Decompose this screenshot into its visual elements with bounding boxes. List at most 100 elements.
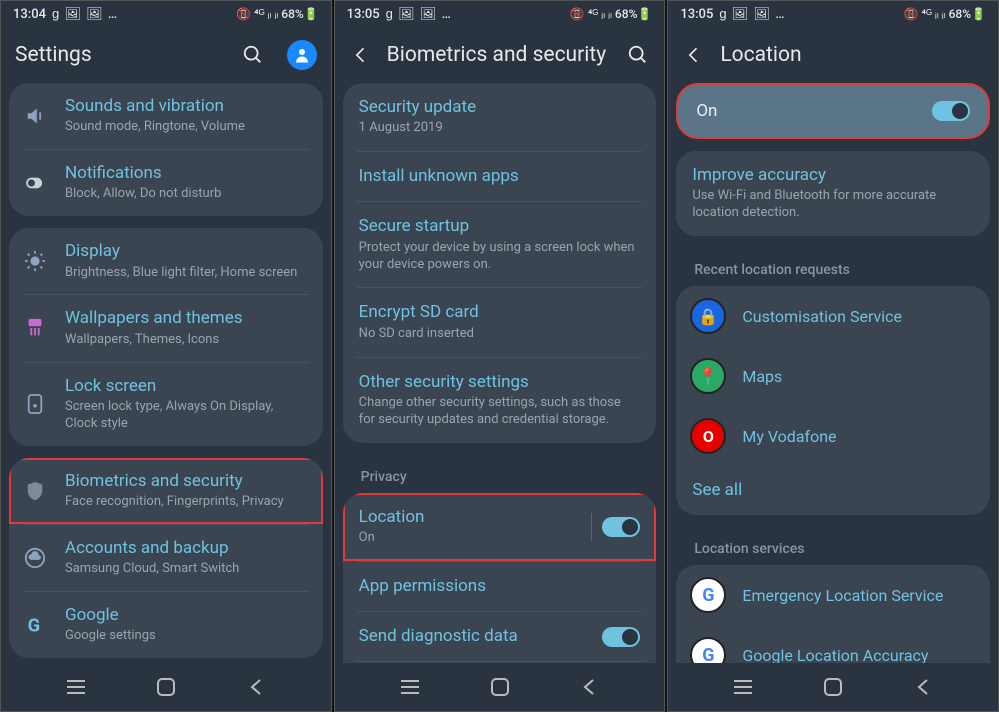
home-button[interactable]: [480, 667, 520, 707]
item-title: Security update: [359, 97, 641, 118]
security-group: Security update 1 August 2019 Install unkn…: [343, 83, 657, 443]
toggle-switch[interactable]: [932, 101, 970, 121]
search-button[interactable]: [241, 43, 265, 67]
settings-item[interactable]: Location On: [343, 493, 657, 561]
privacy-group: Location On App permissions Send diagnostic…: [343, 493, 657, 663]
navigation-bar: [1, 663, 331, 711]
see-all-button[interactable]: See all: [676, 466, 990, 515]
settings-group: Biometrics and security Face recognition,…: [9, 458, 323, 658]
settings-item[interactable]: Wallpapers and themes Wallpapers, Themes,…: [9, 295, 323, 361]
settings-item[interactable]: Notifications Block, Allow, Do not distur…: [9, 150, 323, 216]
settings-item[interactable]: Encrypt SD cardNo SD card inserted: [343, 288, 657, 356]
item-title: Improve accuracy: [692, 165, 974, 186]
item-subtitle: Google settings: [65, 628, 309, 645]
settings-item[interactable]: DisplayBrightness, Blue light filter, Ho…: [9, 228, 323, 294]
back-arrow[interactable]: [682, 43, 706, 67]
sound-icon: [23, 104, 47, 128]
navigation-bar: [668, 663, 998, 711]
settings-screen: 13:04 ɡ 🖼 🖼 … 📵 ⁴ᴳ ᵢₗ ᵢₗ 68%🔋 Settings S…: [0, 0, 332, 712]
item-subtitle: 1 August 2019: [359, 120, 641, 137]
item-title: Send diagnostic data: [359, 626, 603, 647]
toggle-switch[interactable]: [602, 627, 640, 647]
item-subtitle: On: [359, 530, 582, 547]
settings-item[interactable]: Send diagnostic data: [343, 612, 657, 661]
item-title: Other security settings: [359, 372, 641, 393]
app-name: My Vodafone: [742, 427, 836, 446]
app-item[interactable]: 📍Maps: [676, 346, 990, 406]
item-subtitle: Protect your device by using a screen lo…: [359, 240, 641, 274]
item-title: Notifications: [65, 163, 309, 184]
profile-avatar[interactable]: [287, 40, 317, 70]
settings-item[interactable]: Install unknown apps: [343, 152, 657, 201]
google-icon: G: [690, 577, 726, 613]
settings-item[interactable]: G Google Google settings: [9, 592, 323, 658]
biometrics-screen: 13:05 ɡ 🖼 🖼 … 📵 ⁴ᴳ ᵢₗ ᵢₗ 68%🔋 Biometrics…: [334, 0, 666, 712]
google-g-icon: G: [23, 613, 47, 637]
item-title: Sounds and vibration: [65, 96, 309, 117]
item-title: Location: [359, 507, 582, 528]
recents-button[interactable]: [390, 667, 430, 707]
home-button[interactable]: [146, 667, 186, 707]
settings-item[interactable]: Biometrics and security Face recognition,…: [9, 458, 323, 524]
home-button[interactable]: [813, 667, 853, 707]
item-subtitle: Use Wi-Fi and Bluetooth for more accurat…: [692, 188, 974, 222]
notification-icon: [23, 171, 47, 195]
recents-button[interactable]: [723, 667, 763, 707]
status-icons-right: 📵 ⁴ᴳ ᵢₗ ᵢₗ 68%🔋: [570, 7, 652, 21]
service-name: Google Location Accuracy: [742, 646, 928, 663]
search-button[interactable]: [626, 43, 650, 67]
biometrics-header: Biometrics and security: [335, 27, 665, 83]
status-time: 13:04: [13, 7, 46, 22]
item-title: Accounts and backup: [65, 538, 309, 559]
item-subtitle: Face recognition, Fingerprints, Privacy: [65, 494, 309, 511]
status-icons-left: ɡ 🖼 🖼 …: [719, 6, 785, 22]
back-button[interactable]: [236, 667, 276, 707]
app-item[interactable]: O My Vodafone: [676, 406, 990, 466]
toggle-switch[interactable]: [602, 517, 640, 537]
status-bar: 13:04 ɡ 🖼 🖼 … 📵 ⁴ᴳ ᵢₗ ᵢₗ 68%🔋: [1, 1, 331, 27]
service-item[interactable]: GGoogle Location Accuracy: [676, 625, 990, 663]
status-icons-right: 📵 ⁴ᴳ ᵢₗ ᵢₗ 68%🔋: [904, 7, 986, 21]
location-header: Location: [668, 27, 998, 83]
status-icons-right: 📵 ⁴ᴳ ᵢₗ ᵢₗ 68%🔋: [236, 7, 318, 21]
item-subtitle: Block, Allow, Do not disturb: [65, 186, 309, 203]
item-subtitle: Screen lock type, Always On Display, Clo…: [65, 399, 309, 433]
page-title: Settings: [15, 43, 227, 67]
item-title: App permissions: [359, 576, 641, 597]
app-icon: O: [690, 418, 726, 454]
item-title: Biometrics and security: [65, 471, 309, 492]
location-master-toggle[interactable]: On: [676, 83, 990, 139]
recents-button[interactable]: [56, 667, 96, 707]
lock-screen-icon: [23, 392, 47, 416]
settings-item[interactable]: App permissions: [343, 562, 657, 611]
status-icons-left: ɡ 🖼 🖼 …: [386, 6, 452, 22]
shield-icon: [23, 479, 47, 503]
settings-group: DisplayBrightness, Blue light filter, Ho…: [9, 228, 323, 445]
back-button[interactable]: [903, 667, 943, 707]
section-label-recent: Recent location requests: [676, 248, 990, 286]
item-title: Google: [65, 605, 309, 626]
status-bar: 13:05 ɡ 🖼 🖼 … 📵 ⁴ᴳ ᵢₗ ᵢₗ 68%🔋: [335, 1, 665, 27]
page-title: Biometrics and security: [387, 43, 613, 67]
settings-item[interactable]: Sounds and vibration Sound mode, Ringtone…: [9, 83, 323, 149]
service-item[interactable]: GEmergency Location Service: [676, 565, 990, 625]
app-name: Customisation Service: [742, 307, 902, 326]
settings-item[interactable]: Accounts and backupSamsung Cloud, Smart …: [9, 525, 323, 591]
settings-item[interactable]: Other security settingsChange other secu…: [343, 358, 657, 443]
item-title: Wallpapers and themes: [65, 308, 309, 329]
settings-item[interactable]: Security update 1 August 2019: [343, 83, 657, 151]
app-item[interactable]: 🔒Customisation Service: [676, 286, 990, 346]
back-arrow[interactable]: [349, 43, 373, 67]
item-title: Secure startup: [359, 216, 641, 237]
app-icon: 📍: [690, 358, 726, 394]
back-button[interactable]: [569, 667, 609, 707]
settings-item[interactable]: Lock screenScreen lock type, Always On D…: [9, 363, 323, 446]
display-icon: [23, 249, 47, 273]
item-subtitle: Wallpapers, Themes, Icons: [65, 332, 309, 349]
improve-accuracy-card[interactable]: Improve accuracyUse Wi-Fi and Bluetooth …: [676, 151, 990, 236]
item-subtitle: Brightness, Blue light filter, Home scre…: [65, 265, 309, 282]
item-title: Install unknown apps: [359, 166, 641, 187]
settings-item[interactable]: Secure startup Protect your device by usi…: [343, 202, 657, 287]
page-title: Location: [720, 43, 984, 67]
item-subtitle: Sound mode, Ringtone, Volume: [65, 119, 309, 136]
